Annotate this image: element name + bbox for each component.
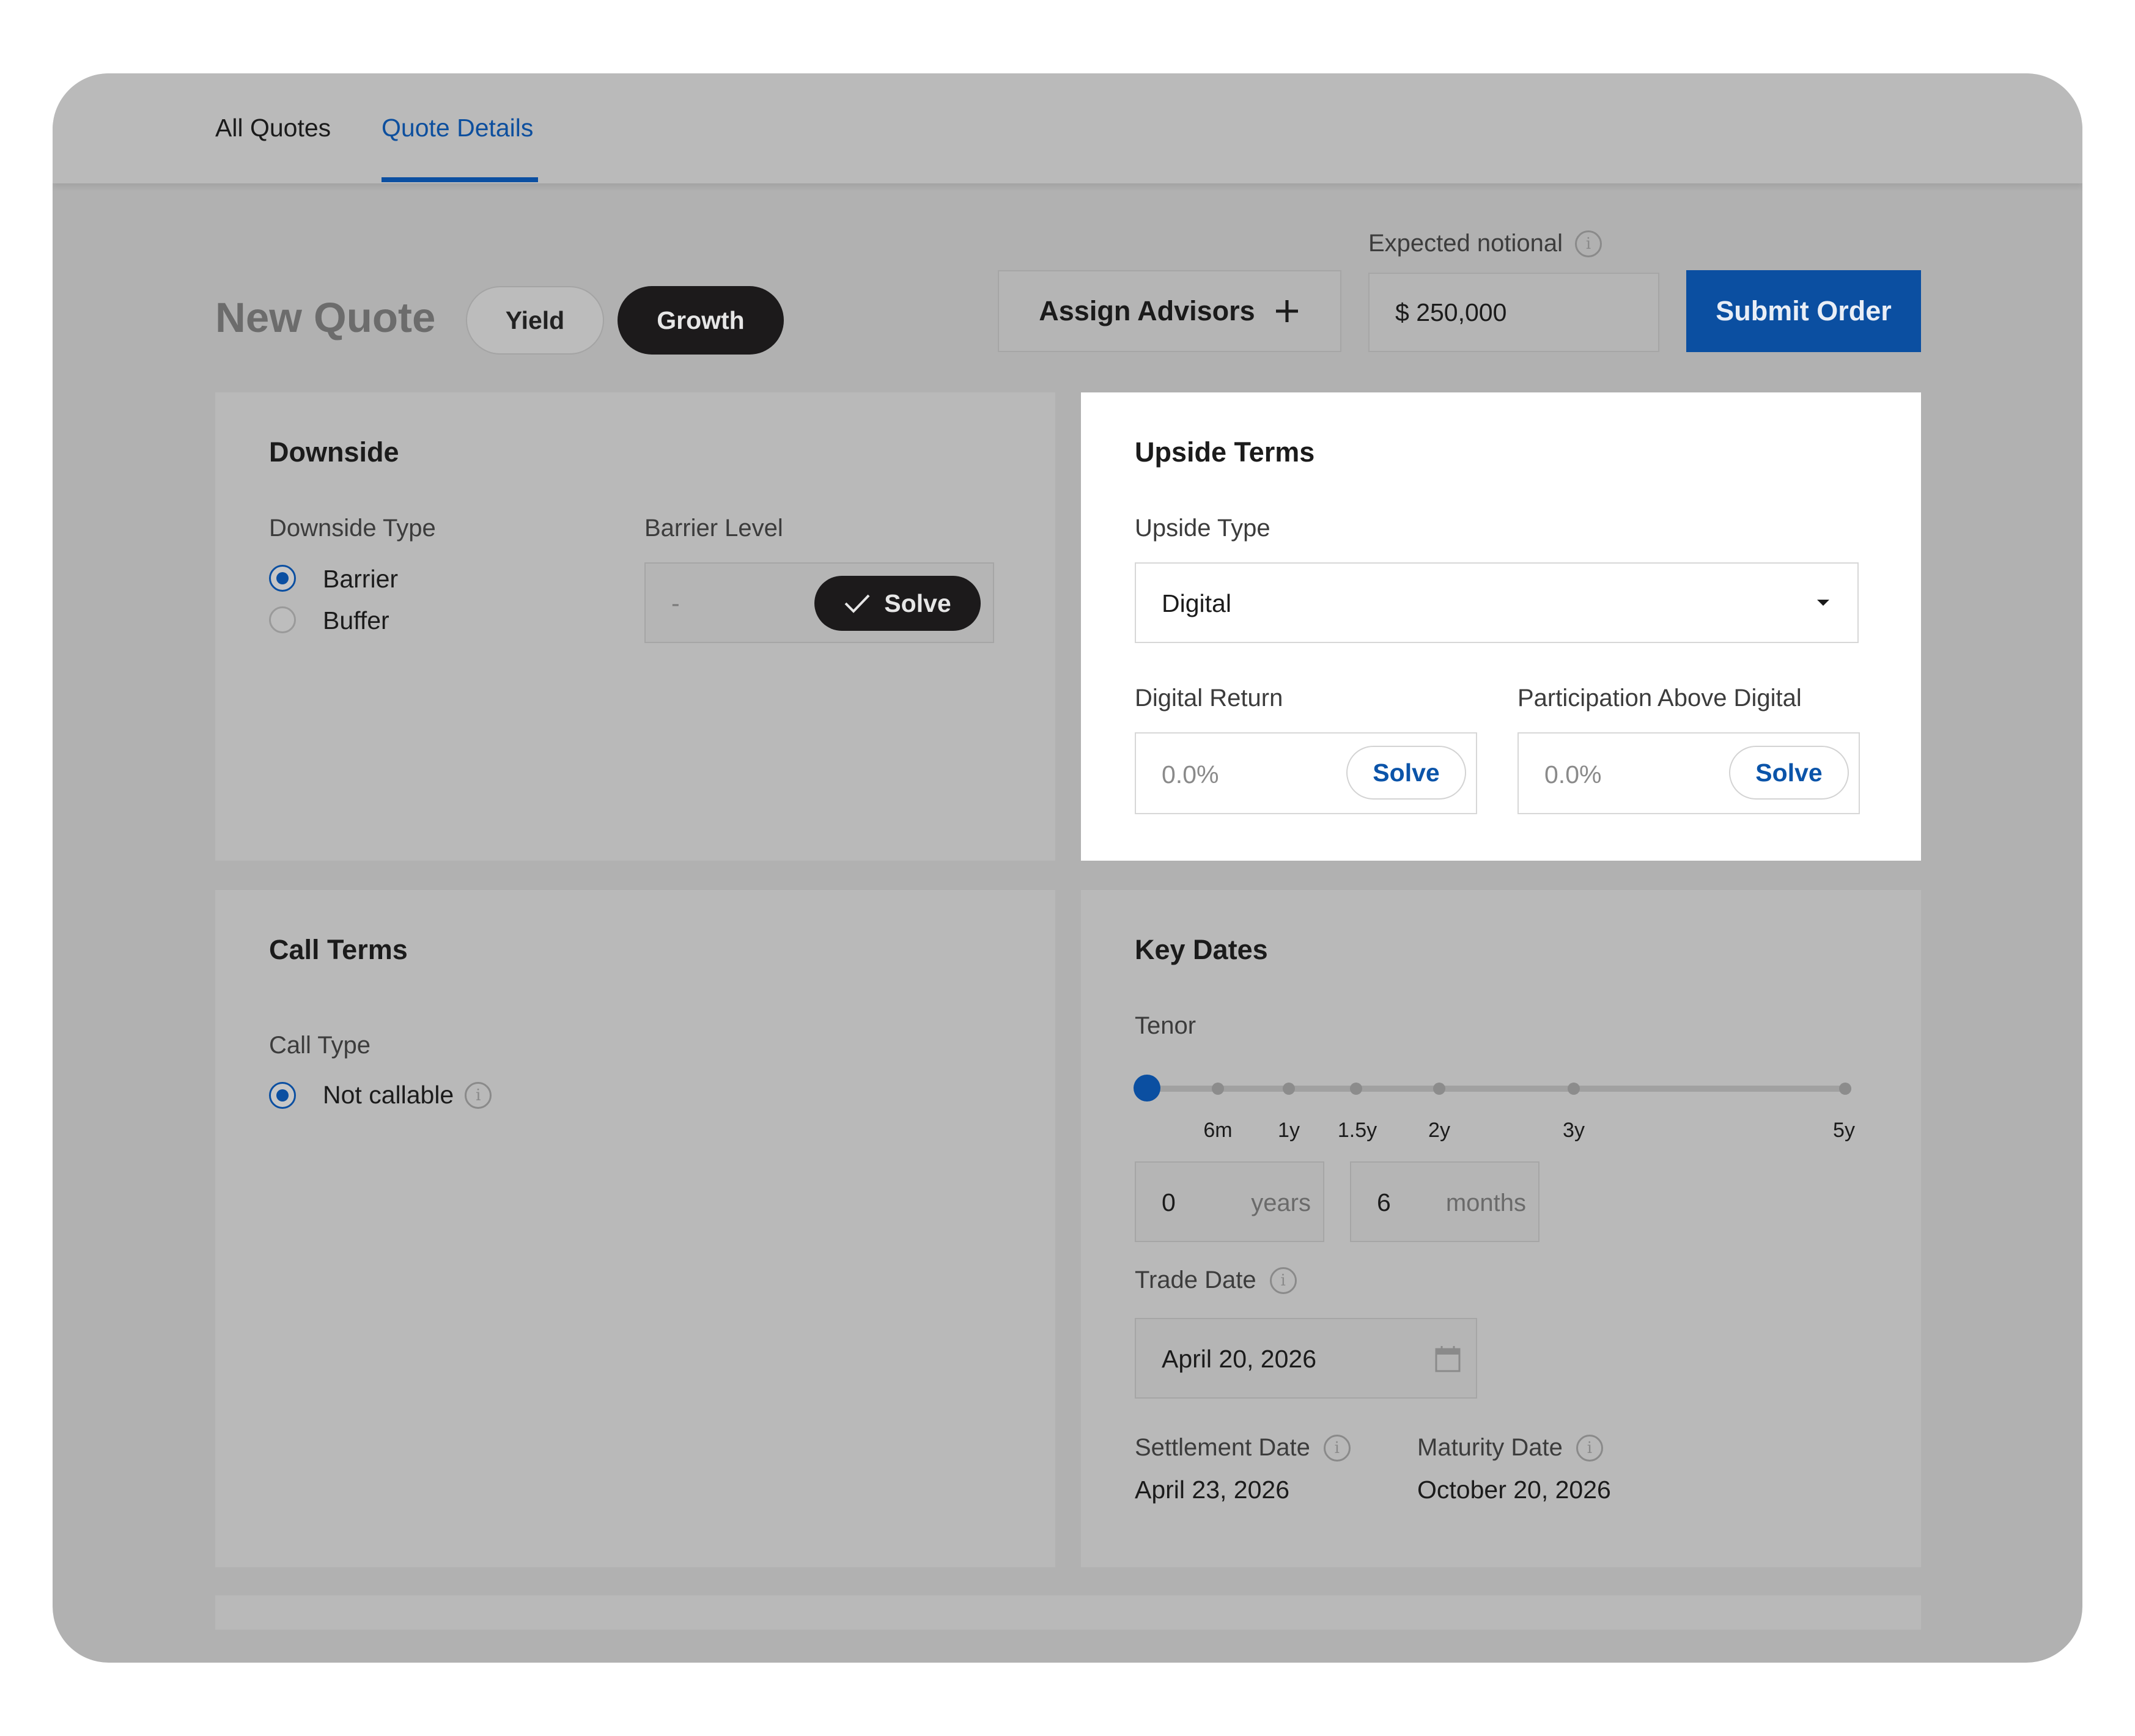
assign-advisors-button[interactable]: Assign Advisors xyxy=(998,270,1341,352)
notional-input[interactable]: $ 250,000 xyxy=(1368,273,1659,352)
tenor-label-2y: 2y xyxy=(1428,1119,1450,1142)
tenor-tick-6m[interactable] xyxy=(1212,1083,1224,1095)
tenor-years-value: 0 xyxy=(1162,1188,1176,1216)
barrier-level-label: Barrier Level xyxy=(644,515,783,542)
participation-solve-button[interactable]: Solve xyxy=(1729,746,1849,800)
radio-buffer-label: Buffer xyxy=(323,606,389,634)
tenor-label-3y: 3y xyxy=(1563,1119,1585,1142)
tenor-months-input[interactable]: 6 months xyxy=(1350,1161,1539,1242)
page-title: New Quote xyxy=(215,294,436,341)
top-nav: All Quotes Quote Details xyxy=(53,73,2082,183)
active-tab-indicator xyxy=(382,177,538,182)
tenor-slider-track[interactable] xyxy=(1147,1086,1846,1092)
upside-title: Upside Terms xyxy=(1135,436,1315,468)
key-dates-card: Key Dates Tenor 6m 1y 1.5y 2y 3y 5y 0 ye… xyxy=(1081,890,1921,1567)
radio-barrier-label: Barrier xyxy=(323,565,399,593)
tenor-tick-5y[interactable] xyxy=(1839,1083,1851,1095)
barrier-level-field[interactable]: - Solve xyxy=(644,562,994,643)
participation-value: 0.0% xyxy=(1544,760,1602,789)
downside-title: Downside xyxy=(269,436,399,468)
barrier-level-value: - xyxy=(671,589,680,617)
tenor-years-input[interactable]: 0 years xyxy=(1135,1161,1324,1242)
trade-date-input[interactable]: April 20, 2026 xyxy=(1135,1318,1477,1399)
chevron-down-icon xyxy=(1817,600,1829,606)
settlement-date-label: Settlement Date i xyxy=(1135,1434,1351,1462)
downside-type-label: Downside Type xyxy=(269,515,436,542)
digital-return-label: Digital Return xyxy=(1135,685,1283,712)
upside-terms-card: Upside Terms Upside Type Digital Digital… xyxy=(1081,392,1921,861)
app-window: All Quotes Quote Details New Quote Yield… xyxy=(53,73,2082,1663)
info-icon[interactable]: i xyxy=(1323,1434,1351,1462)
not-callable-label: Not callable xyxy=(323,1081,454,1109)
tenor-months-unit: months xyxy=(1445,1190,1526,1216)
barrier-solve-label: Solve xyxy=(884,589,951,617)
settlement-date-label-text: Settlement Date xyxy=(1135,1434,1310,1461)
toggle-growth-button[interactable]: Growth xyxy=(618,286,784,355)
digital-return-solve-button[interactable]: Solve xyxy=(1346,746,1466,800)
not-callable-option: Not callable i xyxy=(323,1081,492,1109)
trade-date-label: Trade Date i xyxy=(1135,1267,1297,1294)
maturity-date-label: Maturity Date i xyxy=(1417,1434,1603,1462)
upside-type-select[interactable]: Digital xyxy=(1135,562,1859,643)
info-icon[interactable]: i xyxy=(1269,1267,1297,1294)
key-dates-title: Key Dates xyxy=(1135,934,1268,965)
participation-field[interactable]: 0.0% Solve xyxy=(1517,732,1860,814)
maturity-date-label-text: Maturity Date xyxy=(1417,1434,1563,1461)
settlement-date-value: April 23, 2026 xyxy=(1135,1476,1290,1504)
radio-not-callable[interactable] xyxy=(269,1082,296,1109)
digital-return-value: 0.0% xyxy=(1162,760,1219,789)
tab-all-quotes[interactable]: All Quotes xyxy=(215,114,331,142)
info-icon[interactable]: i xyxy=(1575,230,1602,257)
plus-icon xyxy=(1275,300,1298,322)
participation-label: Participation Above Digital xyxy=(1517,685,1802,712)
tenor-tick-1y[interactable] xyxy=(1283,1083,1295,1095)
tenor-months-value: 6 xyxy=(1377,1188,1391,1216)
info-icon[interactable]: i xyxy=(465,1081,492,1109)
notional-value: $ 250,000 xyxy=(1395,298,1507,326)
tenor-label-6m: 6m xyxy=(1203,1119,1233,1142)
tenor-label-5y: 5y xyxy=(1833,1119,1855,1142)
next-section-card xyxy=(215,1595,1921,1630)
tenor-label: Tenor xyxy=(1135,1012,1197,1039)
tenor-years-unit: years xyxy=(1251,1190,1311,1216)
radio-barrier[interactable] xyxy=(269,565,296,592)
tenor-tick-2y[interactable] xyxy=(1433,1083,1445,1095)
call-terms-card: Call Terms Call Type Not callable i xyxy=(215,890,1055,1567)
check-icon xyxy=(844,594,870,613)
maturity-date-value: October 20, 2026 xyxy=(1417,1476,1611,1504)
barrier-solve-button[interactable]: Solve xyxy=(814,576,981,631)
tenor-label-1-5y: 1.5y xyxy=(1337,1119,1377,1142)
tenor-label-1y: 1y xyxy=(1278,1119,1300,1142)
notional-label-text: Expected notional xyxy=(1368,230,1563,257)
call-terms-title: Call Terms xyxy=(269,934,408,965)
trade-date-label-text: Trade Date xyxy=(1135,1267,1256,1293)
tenor-tick-3y[interactable] xyxy=(1568,1083,1580,1095)
downside-card: Downside Downside Type Barrier Buffer Ba… xyxy=(215,392,1055,861)
upside-type-label: Upside Type xyxy=(1135,515,1270,542)
tenor-slider-handle[interactable] xyxy=(1134,1075,1160,1102)
upside-type-value: Digital xyxy=(1162,589,1231,617)
calendar-icon[interactable] xyxy=(1434,1345,1461,1373)
notional-label: Expected notional i xyxy=(1368,230,1602,257)
assign-advisors-label: Assign Advisors xyxy=(1039,295,1255,326)
tab-quote-details[interactable]: Quote Details xyxy=(382,114,533,142)
tenor-tick-1-5y[interactable] xyxy=(1350,1083,1362,1095)
radio-buffer[interactable] xyxy=(269,606,296,633)
submit-order-button[interactable]: Submit Order xyxy=(1686,270,1921,352)
trade-date-value: April 20, 2026 xyxy=(1162,1345,1317,1373)
info-icon[interactable]: i xyxy=(1576,1434,1603,1462)
digital-return-field[interactable]: 0.0% Solve xyxy=(1135,732,1477,814)
call-type-label: Call Type xyxy=(269,1032,371,1059)
toggle-yield-button[interactable]: Yield xyxy=(466,286,604,355)
